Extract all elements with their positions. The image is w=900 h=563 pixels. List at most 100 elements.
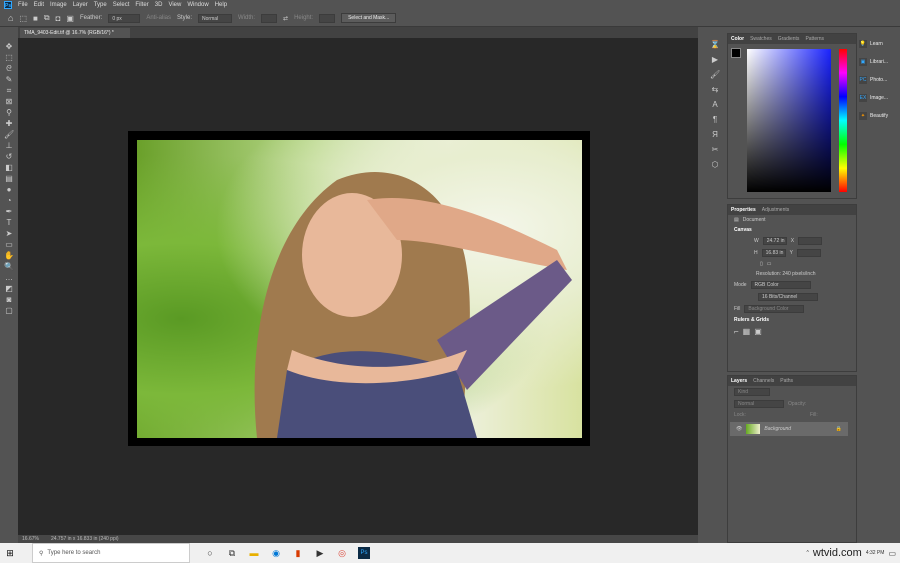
fill-select[interactable]: Background Color [744,305,805,313]
chrome-icon[interactable]: ◎ [336,547,348,559]
healing-tool-icon[interactable]: ✚ [4,119,14,128]
glyphs-icon[interactable]: Я [710,130,720,139]
height-field[interactable]: 16.83 in [761,249,786,257]
photo-panel-button[interactable]: PC Photo... [859,73,898,87]
paragraph-icon[interactable]: ¶ [710,115,720,124]
move-tool-icon[interactable]: ✥ [4,42,14,51]
eraser-tool-icon[interactable]: ◧ [4,163,14,172]
tab-swatches[interactable]: Swatches [750,36,772,42]
tab-layers[interactable]: Layers [731,378,747,384]
add-selection-icon[interactable]: ⧉ [44,13,50,23]
pen-tool-icon[interactable]: ✒ [4,207,14,216]
tools-icon[interactable]: ✂ [710,145,720,154]
stamp-tool-icon[interactable]: ⊥ [4,141,14,150]
blend-mode-select[interactable]: Normal [734,400,784,408]
tab-channels[interactable]: Channels [753,378,774,384]
swap-icon[interactable]: ⇄ [283,15,288,22]
color-picker-field[interactable] [747,49,831,192]
3d-icon[interactable]: ⬡ [710,160,720,169]
tab-patterns[interactable]: Patterns [805,36,824,42]
visibility-eye-icon[interactable]: 👁 [736,426,742,432]
y-field[interactable] [796,249,821,257]
portrait-photo[interactable] [137,140,582,438]
actions-icon[interactable]: ▶ [710,55,720,64]
color-swatches-icon[interactable]: ◩ [4,284,14,293]
menu-window[interactable]: Window [187,2,208,8]
layer-kind-filter[interactable]: Kind [734,388,770,396]
document-tab[interactable]: TMA_9403-Edit.tif @ 16.7% (RGB/16*) * [20,28,130,38]
tray-chevron-icon[interactable]: ^ [807,550,809,556]
windows-start-icon[interactable]: ⊞ [4,547,16,559]
quick-mask-icon[interactable]: ◙ [4,295,14,304]
edge-icon[interactable]: ◉ [270,547,282,559]
gradient-tool-icon[interactable]: ▤ [4,174,14,183]
foreground-color-swatch[interactable] [731,48,741,58]
hue-slider[interactable] [839,49,847,192]
lasso-tool-icon[interactable]: ᘓ [4,64,14,73]
menu-view[interactable]: View [168,2,181,8]
landscape-orientation-icon[interactable]: ▭ [767,261,772,267]
beautify-panel-button[interactable]: ✦ Beautify [859,109,898,123]
menu-filter[interactable]: Filter [135,2,148,8]
guides-icon[interactable]: ▣ [754,327,762,336]
grid-icon[interactable]: ▦ [743,327,751,336]
file-explorer-icon[interactable]: ▬ [248,547,260,559]
marquee-tool-icon[interactable]: ⬚ [4,53,14,62]
tab-gradients[interactable]: Gradients [778,36,800,42]
crop-tool-icon[interactable]: ⌗ [4,86,14,95]
frame-tool-icon[interactable]: ⊠ [4,97,14,106]
rulers-grids-title[interactable]: Rulers & Grids [734,317,769,323]
style-select[interactable]: Normal [198,13,233,23]
subtract-selection-icon[interactable]: ◘ [56,14,61,23]
zoom-tool-icon[interactable]: 🔍 [4,262,14,271]
zoom-level[interactable]: 16.67% [22,535,39,543]
tab-paths[interactable]: Paths [780,378,793,384]
width-input[interactable] [261,13,278,23]
character-icon[interactable]: A [710,100,720,109]
mode-select[interactable]: RGB Color [750,281,811,289]
brush-tool-icon[interactable]: 🖌 [4,130,14,139]
menu-layer[interactable]: Layer [73,2,88,8]
menu-help[interactable]: Help [215,2,227,8]
menu-3d[interactable]: 3D [155,2,163,8]
antialias-checkbox[interactable]: Anti-alias [146,15,171,21]
menu-image[interactable]: Image [50,2,67,8]
shape-tool-icon[interactable]: ▭ [4,240,14,249]
screen-mode-icon[interactable]: ▢ [4,306,14,315]
dodge-tool-icon[interactable]: ◔ [4,196,14,205]
rulers-icon[interactable]: ⌐ [734,327,739,336]
tab-adjustments[interactable]: Adjustments [762,207,790,213]
office-icon[interactable]: ▮ [292,547,304,559]
blur-tool-icon[interactable]: ● [4,185,14,194]
menu-file[interactable]: File [18,2,28,8]
brush-settings-icon[interactable]: 🖌 [710,70,720,79]
image-panel-button[interactable]: EX Image... [859,91,898,105]
history-brush-icon[interactable]: ↺ [4,152,14,161]
new-selection-icon[interactable]: ■ [33,14,38,23]
home-icon[interactable]: ⌂ [8,13,13,23]
menu-select[interactable]: Select [113,2,130,8]
hand-tool-icon[interactable]: ✋ [4,251,14,260]
marquee-icon[interactable]: ⬚ [19,14,27,23]
menu-type[interactable]: Type [94,2,107,8]
portrait-orientation-icon[interactable]: ▯ [760,261,763,267]
photoshop-taskbar-icon[interactable]: Ps [358,547,370,559]
task-view-icon-2[interactable]: ⧉ [226,547,238,559]
taskbar-search[interactable]: ⚲ Type here to search [32,543,190,563]
notification-icon[interactable]: ▭ [888,549,896,558]
tab-properties[interactable]: Properties [731,207,756,213]
layer-name[interactable]: Background [764,426,791,432]
menu-edit[interactable]: Edit [34,2,44,8]
terminal-icon[interactable]: ▶ [314,547,326,559]
task-view-icon[interactable]: ○ [204,547,216,559]
clock[interactable]: 4:32 PM [866,550,885,556]
quick-select-tool-icon[interactable]: ✎ [4,75,14,84]
path-select-tool-icon[interactable]: ➤ [4,229,14,238]
layer-row-background[interactable]: 👁 Background 🔒 [730,422,848,436]
tab-color[interactable]: Color [731,36,744,42]
adjust-icon[interactable]: ⇆ [710,85,720,94]
feather-input[interactable]: 0 px [108,13,141,23]
intersect-selection-icon[interactable]: ▣ [66,14,74,23]
bit-depth-select[interactable]: 16 Bits/Channel [758,293,818,301]
libraries-panel-button[interactable]: ▣ Librari... [859,55,898,69]
